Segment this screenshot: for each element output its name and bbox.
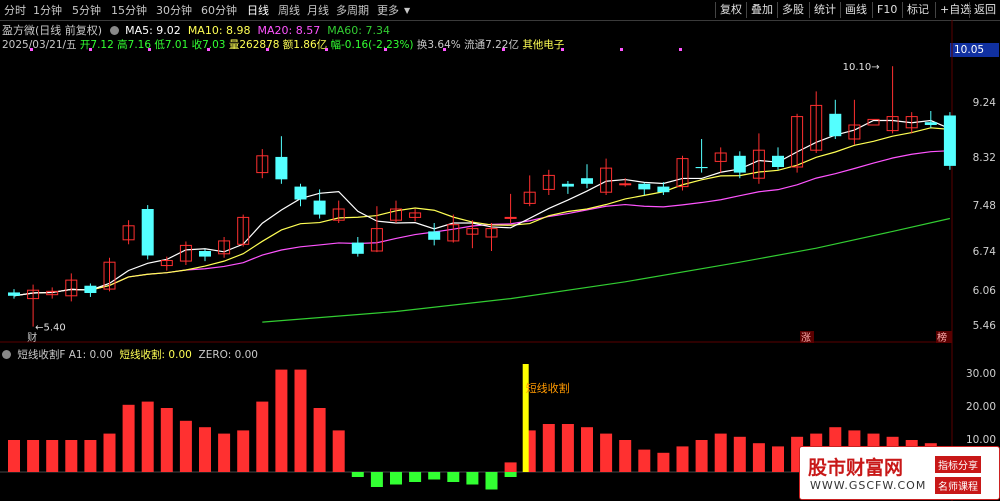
- indicator-bar: [46, 440, 59, 472]
- indicator-bar: [619, 440, 632, 472]
- candle-body: [84, 285, 97, 293]
- candle-body: [8, 292, 20, 296]
- indicator-bar: [179, 420, 192, 472]
- event-dot: [148, 48, 151, 51]
- signal-bar: [522, 364, 529, 472]
- indicator-bar: [313, 408, 326, 472]
- marker-bang: 榜: [937, 331, 947, 344]
- indicator-bar: [695, 440, 708, 472]
- event-dot: [89, 48, 92, 51]
- event-dot: [384, 48, 387, 51]
- candle-body: [275, 156, 288, 180]
- candle-body: [619, 183, 632, 186]
- candle-body: [657, 186, 670, 193]
- indicator-bar: [733, 436, 746, 472]
- indicator-bar: [8, 440, 20, 472]
- event-dot: [325, 48, 328, 51]
- event-dot: [502, 48, 505, 51]
- indicator-bar: [199, 427, 211, 472]
- indicator-bar: [332, 430, 345, 472]
- indicator-bar: [84, 440, 97, 472]
- candle-body: [428, 231, 441, 240]
- high-price-label: 10.10→: [843, 62, 880, 73]
- indicator-bar: [103, 433, 116, 472]
- candle-body: [638, 183, 651, 190]
- indicator-bar: [542, 424, 555, 472]
- event-dot: [620, 48, 623, 51]
- indicator-bar: [504, 462, 517, 472]
- event-dot: [679, 48, 682, 51]
- candle-body: [943, 115, 956, 166]
- watermark-tag1: 指标分享: [935, 456, 981, 473]
- candle-body: [772, 155, 784, 167]
- indicator-neg-bar: [409, 472, 422, 482]
- watermark-tag2: 名师课程: [935, 477, 981, 494]
- event-dot: [207, 48, 210, 51]
- watermark-site: 股市财富网: [808, 457, 904, 479]
- kline-chart[interactable]: 10.10→ ←5.40财 涨 榜短线收割: [0, 0, 1000, 501]
- indicator-neg-bar: [504, 472, 517, 477]
- indicator-bar: [256, 401, 269, 472]
- indicator-bar: [772, 446, 784, 472]
- indicator-bar: [676, 446, 689, 472]
- candle-body: [141, 209, 154, 256]
- candle-body: [829, 113, 842, 137]
- indicator-neg-bar: [390, 472, 402, 485]
- indicator-bar: [275, 369, 288, 472]
- low-price-label: ←5.40: [35, 323, 66, 334]
- event-dot: [30, 48, 33, 51]
- signal-label: 短线收割: [526, 381, 570, 395]
- marker-cai: 财: [27, 331, 37, 344]
- candle-body: [733, 155, 746, 173]
- indicator-bar: [160, 408, 173, 472]
- indicator-bar: [27, 440, 40, 472]
- indicator-neg-bar: [447, 472, 460, 482]
- indicator-neg-bar: [485, 472, 498, 490]
- indicator-bar: [122, 404, 135, 472]
- indicator-bar: [581, 427, 593, 472]
- indicator-bar: [237, 430, 250, 472]
- candle-body: [294, 186, 307, 200]
- event-dot: [266, 48, 269, 51]
- ma5-line: [13, 119, 951, 297]
- indicator-bar: [714, 433, 727, 472]
- event-dot: [561, 48, 564, 51]
- marker-zhang: 涨: [801, 332, 811, 344]
- candle-body: [924, 122, 937, 125]
- watermark-logo: 股市财富网 WWW.GSCFW.COM 指标分享 名师课程: [799, 446, 1000, 500]
- event-dot: [443, 48, 446, 51]
- ma60-line: [262, 217, 951, 323]
- candle-body: [504, 216, 517, 219]
- indicator-bar: [294, 369, 307, 472]
- indicator-bar: [638, 449, 651, 472]
- indicator-bar: [561, 424, 574, 472]
- candle-body: [561, 183, 574, 187]
- indicator-bar: [752, 443, 765, 472]
- indicator-neg-bar: [370, 472, 383, 487]
- candle-body: [313, 200, 326, 215]
- candle-body: [199, 251, 211, 257]
- indicator-neg-bar: [466, 472, 479, 485]
- indicator-bar: [657, 452, 670, 472]
- candle-body: [581, 178, 593, 184]
- candle-body: [695, 167, 708, 169]
- indicator-neg-bar: [351, 472, 364, 477]
- indicator-bar: [141, 401, 154, 472]
- candle-body: [351, 242, 364, 254]
- indicator-neg-bar: [428, 472, 441, 480]
- ma10-line: [13, 127, 950, 297]
- indicator-bar: [600, 433, 613, 472]
- watermark-url: WWW.GSCFW.COM: [810, 479, 927, 492]
- indicator-bar: [218, 433, 231, 472]
- indicator-bar: [65, 440, 78, 472]
